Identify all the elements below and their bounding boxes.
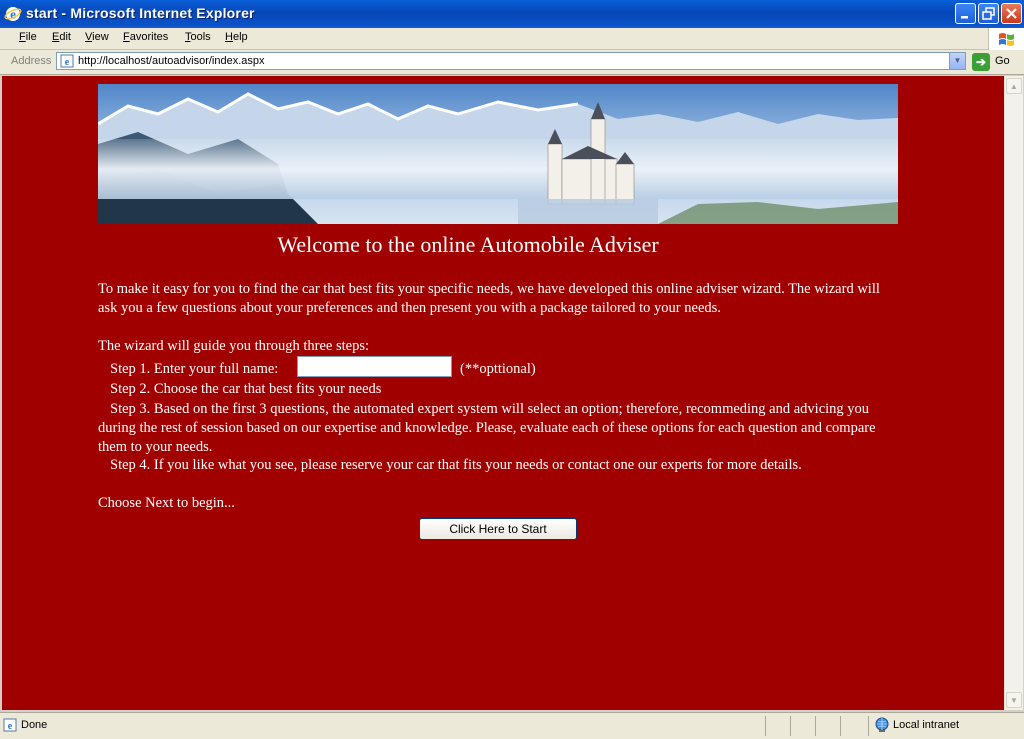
status-bar: e Done Local intranet — [0, 712, 1024, 739]
page-done-icon: e — [3, 718, 17, 732]
status-divider — [765, 716, 766, 736]
optional-note: (**opttional) — [460, 361, 536, 377]
step-3-label: Step 3. Based on the first 3 questions, … — [98, 401, 876, 455]
restore-button[interactable] — [978, 3, 999, 24]
chevron-down-icon: ▼ — [953, 56, 962, 65]
menu-bar: File Edit View Favorites Tools Help — [0, 28, 1024, 50]
chevron-up-icon: ▲ — [1010, 82, 1018, 91]
window-title: start - Microsoft Internet Explorer — [26, 5, 255, 21]
go-arrow-icon: ➔ — [972, 53, 990, 71]
internet-explorer-icon: e — [4, 7, 22, 22]
menu-favorites[interactable]: Favorites — [123, 31, 168, 43]
address-label: Address — [11, 55, 52, 67]
choose-next-text: Choose Next to begin... — [98, 495, 235, 511]
zone-text: Local intranet — [893, 719, 960, 731]
page-viewport: Welcome to the online Automobile Adviser… — [2, 76, 1004, 710]
page-icon: e — [60, 54, 74, 68]
step-1-label: Step 1. Enter your full name: — [110, 361, 279, 377]
scroll-down-button[interactable]: ▼ — [1006, 692, 1022, 708]
menu-tools[interactable]: Tools — [185, 31, 211, 43]
go-button[interactable]: ➔ Go — [972, 53, 1020, 71]
status-divider — [840, 716, 841, 736]
address-dropdown-button[interactable]: ▼ — [949, 53, 965, 69]
windows-flag-icon — [999, 33, 1014, 46]
minimize-button[interactable] — [955, 3, 976, 24]
address-bar: Address e http://localhost/autoadvisor/i… — [0, 50, 1024, 75]
status-divider — [868, 716, 869, 736]
windows-logo — [988, 28, 1024, 50]
address-input[interactable]: e http://localhost/autoadvisor/index.asp… — [56, 52, 966, 70]
close-icon — [1006, 8, 1017, 19]
chevron-down-icon: ▼ — [1010, 696, 1018, 705]
svg-text:e: e — [10, 7, 16, 22]
guide-heading: The wizard will guide you through three … — [98, 338, 370, 354]
status-divider — [790, 716, 791, 736]
svg-text:e: e — [65, 57, 70, 68]
menu-file[interactable]: File — [19, 31, 37, 43]
menu-edit[interactable]: Edit — [52, 31, 71, 43]
start-button[interactable]: Click Here to Start — [419, 518, 577, 540]
title-bar: e start - Microsoft Internet Explorer — [0, 0, 1024, 28]
restore-icon — [982, 7, 995, 20]
status-divider — [815, 716, 816, 736]
menu-help[interactable]: Help — [225, 31, 248, 43]
vertical-scrollbar[interactable]: ▲ ▼ — [1004, 76, 1023, 710]
minimize-icon — [961, 16, 968, 19]
scroll-up-button[interactable]: ▲ — [1006, 78, 1022, 94]
castle-banner-image — [98, 84, 898, 224]
address-url: http://localhost/autoadvisor/index.aspx — [78, 55, 265, 67]
page-title: Welcome to the online Automobile Adviser — [277, 232, 659, 257]
status-text: Done — [21, 719, 48, 731]
step-4-label: Step 4. If you like what you see, please… — [110, 457, 802, 473]
step-2-label: Step 2. Choose the car that best fits yo… — [110, 381, 382, 397]
go-label: Go — [995, 55, 1010, 67]
svg-text:e: e — [8, 721, 13, 732]
menu-view[interactable]: View — [85, 31, 109, 43]
intro-paragraph: To make it easy for you to find the car … — [98, 281, 880, 316]
full-name-input[interactable] — [297, 356, 452, 377]
close-button[interactable] — [1001, 3, 1022, 24]
local-intranet-icon — [875, 717, 889, 732]
